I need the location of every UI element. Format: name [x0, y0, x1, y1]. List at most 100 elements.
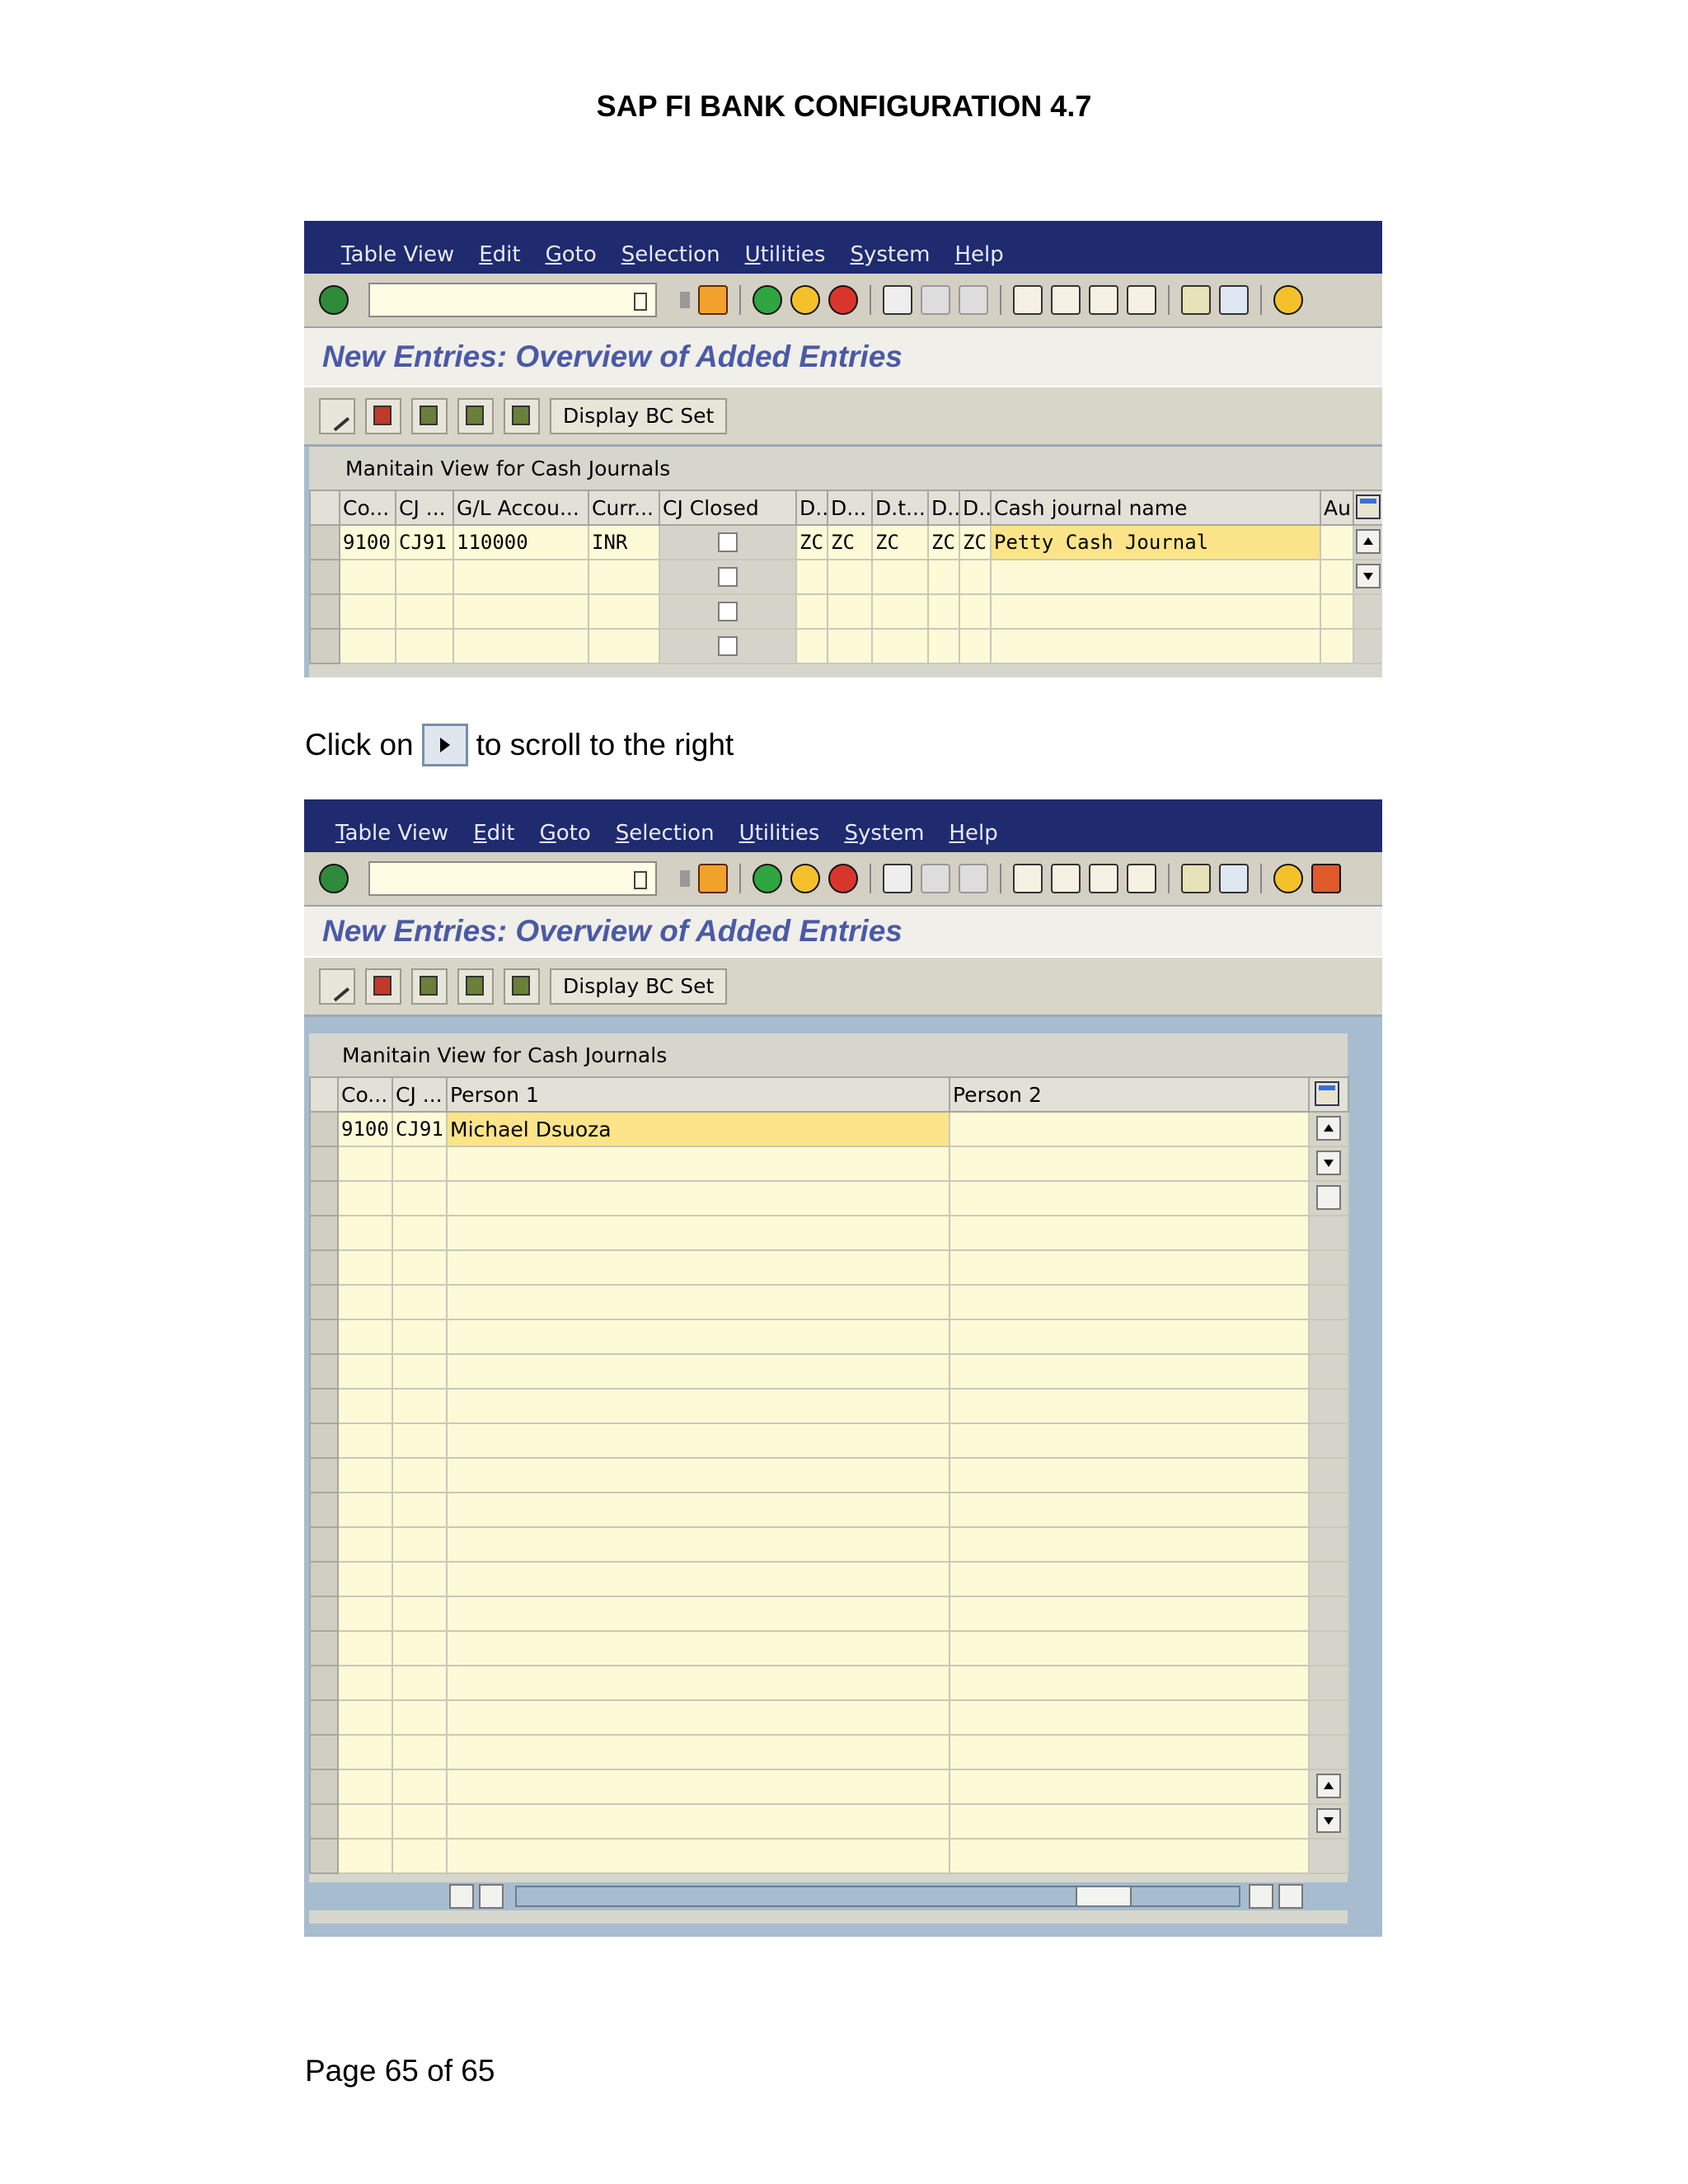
row-selector[interactable]: [309, 1561, 339, 1597]
exit-icon[interactable]: [790, 864, 820, 893]
cell-person-1[interactable]: [446, 1319, 950, 1355]
col-header-au[interactable]: Au: [1320, 490, 1354, 526]
cell-company[interactable]: [337, 1630, 393, 1666]
cell-person-2[interactable]: [949, 1146, 1310, 1182]
cell-person-2[interactable]: [949, 1665, 1310, 1701]
cell-company[interactable]: [337, 1249, 393, 1286]
cell-d4[interactable]: [927, 593, 960, 630]
previous-page-icon[interactable]: [1051, 864, 1081, 893]
scroll-left-icon[interactable]: [449, 1884, 474, 1909]
cell-currency[interactable]: [588, 593, 660, 630]
cell-company[interactable]: [337, 1699, 393, 1736]
change-display-button[interactable]: [319, 397, 355, 434]
select-block-button[interactable]: [457, 968, 494, 1005]
row-selector[interactable]: [309, 1665, 339, 1701]
col-header-currency[interactable]: Curr...: [588, 490, 660, 526]
previous-page-icon[interactable]: [1051, 285, 1081, 315]
cell-au[interactable]: [1320, 593, 1354, 630]
display-bc-set-button[interactable]: Display BC Set: [550, 968, 728, 1005]
scroll-page-down-icon[interactable]: [1316, 1808, 1341, 1833]
menu-edit[interactable]: Edit: [473, 821, 514, 846]
cell-cj[interactable]: [392, 1457, 448, 1493]
row-selector[interactable]: [309, 1146, 339, 1182]
cell-person-2[interactable]: [949, 1249, 1310, 1286]
cell-d2[interactable]: ZC: [827, 524, 873, 560]
cell-cj[interactable]: [392, 1734, 448, 1770]
last-page-icon[interactable]: [1127, 864, 1156, 893]
find-next-icon[interactable]: [959, 864, 988, 893]
scrollbar-cell[interactable]: [1308, 1180, 1349, 1216]
scrollbar-cell[interactable]: [1308, 1561, 1349, 1597]
cell-company[interactable]: [339, 559, 396, 595]
col-header-company[interactable]: Co...: [337, 1076, 393, 1113]
cell-company[interactable]: [337, 1457, 393, 1493]
cell-cj[interactable]: [392, 1249, 448, 1286]
next-page-icon[interactable]: [1089, 864, 1118, 893]
back-icon[interactable]: [753, 864, 782, 893]
cell-cj[interactable]: [392, 1422, 448, 1459]
cell-d3[interactable]: [871, 559, 929, 595]
col-header-d1[interactable]: D..: [795, 490, 828, 526]
cell-d5[interactable]: [959, 559, 992, 595]
cell-person-1[interactable]: [446, 1422, 950, 1459]
col-header-d2[interactable]: D...: [827, 490, 873, 526]
cell-company[interactable]: [337, 1388, 393, 1424]
cj-closed-checkbox[interactable]: [718, 532, 738, 552]
menu-goto[interactable]: Goto: [540, 821, 591, 846]
cell-gl-account[interactable]: [452, 628, 589, 664]
col-header-person-1[interactable]: Person 1: [446, 1076, 950, 1113]
cell-cj-closed[interactable]: [659, 593, 797, 630]
cell-d1[interactable]: [795, 559, 828, 595]
cell-cj[interactable]: [392, 1665, 448, 1701]
back-small-icon[interactable]: [677, 292, 690, 308]
scroll-down-icon[interactable]: [1356, 564, 1381, 588]
cell-d5[interactable]: ZC: [959, 524, 992, 560]
display-bc-set-button[interactable]: Display BC Set: [550, 397, 728, 434]
scrollbar-track[interactable]: [1353, 628, 1382, 664]
cell-person-1[interactable]: [446, 1699, 950, 1736]
cell-person-1[interactable]: [446, 1215, 950, 1251]
last-page-icon[interactable]: [1127, 285, 1156, 315]
cell-person-1[interactable]: [446, 1457, 950, 1493]
cell-company[interactable]: [339, 628, 396, 664]
row-selector[interactable]: [309, 1249, 339, 1286]
scroll-up-icon[interactable]: [1356, 529, 1381, 554]
scrollbar-cell[interactable]: [1308, 1353, 1349, 1390]
cell-d1[interactable]: [795, 628, 828, 664]
menu-help[interactable]: Help: [949, 821, 997, 846]
save-icon[interactable]: [698, 864, 728, 893]
row-selector[interactable]: [309, 1596, 339, 1632]
scrollbar-track[interactable]: [1353, 593, 1382, 630]
cancel-icon[interactable]: [828, 285, 858, 315]
cell-cash-journal-name[interactable]: Petty Cash Journal: [990, 524, 1321, 560]
cell-person-2[interactable]: [949, 1457, 1310, 1493]
row-selector[interactable]: [309, 1734, 339, 1770]
cj-closed-checkbox[interactable]: [718, 567, 738, 587]
cell-person-1[interactable]: [446, 1492, 950, 1528]
row-selector[interactable]: [309, 1388, 339, 1424]
row-selector[interactable]: [309, 628, 340, 664]
layout-menu-icon[interactable]: [1311, 864, 1341, 893]
cell-person-2[interactable]: [949, 1215, 1310, 1251]
enter-check-icon[interactable]: [319, 864, 349, 893]
col-header-cj[interactable]: CJ ...: [395, 490, 454, 526]
cell-company[interactable]: [339, 593, 396, 630]
print-icon[interactable]: [883, 864, 912, 893]
cell-d3[interactable]: [871, 628, 929, 664]
cell-person-1[interactable]: [446, 1665, 950, 1701]
scroll-up-cell[interactable]: [1353, 524, 1382, 560]
cell-cj[interactable]: [392, 1838, 448, 1874]
menu-edit[interactable]: Edit: [479, 242, 520, 267]
cell-company[interactable]: 9100: [339, 524, 396, 560]
row-selector[interactable]: [309, 1422, 339, 1459]
cell-d3[interactable]: ZC: [871, 524, 929, 560]
cell-company[interactable]: [337, 1561, 393, 1597]
scrollbar-cell[interactable]: [1308, 1769, 1349, 1805]
cell-cj[interactable]: [392, 1769, 448, 1805]
cell-person-2[interactable]: [949, 1319, 1310, 1355]
cell-person-2[interactable]: [949, 1388, 1310, 1424]
cancel-icon[interactable]: [828, 864, 858, 893]
cell-cj[interactable]: [392, 1630, 448, 1666]
row-selector[interactable]: [309, 559, 340, 595]
cell-cj[interactable]: [392, 1353, 448, 1390]
